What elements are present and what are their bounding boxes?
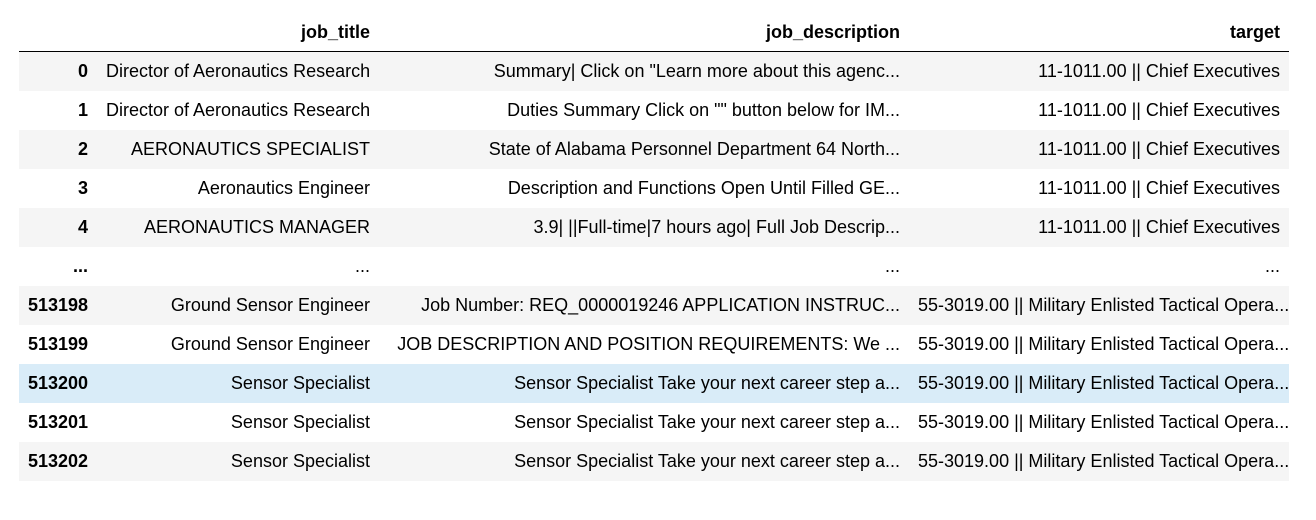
dataframe-output: job_title job_description target 0 Direc… — [19, 13, 1289, 481]
row-index: ... — [72, 256, 88, 276]
cell-target: 11-1011.00 || Chief Executives — [1038, 100, 1280, 120]
cell-job-description: Summary| Click on "Learn more about this… — [493, 61, 900, 81]
cell-job-description: JOB DESCRIPTION AND POSITION REQUIREMENT… — [397, 334, 900, 354]
cell-job-description: Description and Functions Open Until Fil… — [507, 178, 900, 198]
table-row: 1 Director of Aeronautics Research Dutie… — [19, 91, 1289, 130]
cell-job-title: AERONAUTICS MANAGER — [143, 217, 370, 237]
row-index: 3 — [77, 178, 88, 198]
cell-target: 55-3019.00 || Military Enlisted Tactical… — [918, 295, 1289, 315]
cell-job-description: 3.9| ||Full-time|7 hours ago| Full Job D… — [533, 217, 900, 237]
table-row: 0 Director of Aeronautics Research Summa… — [19, 51, 1289, 91]
cell-job-title: Sensor Specialist — [230, 451, 370, 471]
cell-target: 11-1011.00 || Chief Executives — [1038, 217, 1280, 237]
table-row: 4 AERONAUTICS MANAGER 3.9| ||Full-time|7… — [19, 208, 1289, 247]
row-index: 513198 — [28, 295, 89, 315]
cell-target: 11-1011.00 || Chief Executives — [1038, 139, 1280, 159]
table-row: 3 Aeronautics Engineer Description and F… — [19, 169, 1289, 208]
cell-job-description: Job Number: REQ_0000019246 APPLICATION I… — [421, 295, 900, 315]
table-row: 513200 Sensor Specialist Sensor Speciali… — [19, 364, 1289, 403]
table-row: 513198 Ground Sensor Engineer Job Number… — [19, 286, 1289, 325]
cell-target: 55-3019.00 || Military Enlisted Tactical… — [918, 451, 1289, 471]
cell-target: 11-1011.00 || Chief Executives — [1038, 178, 1280, 198]
row-index: 513201 — [28, 412, 89, 432]
table-body: 0 Director of Aeronautics Research Summa… — [19, 51, 1289, 481]
cell-job-title: Ground Sensor Engineer — [170, 334, 370, 354]
row-index: 513200 — [28, 373, 89, 393]
row-index: 513199 — [28, 334, 89, 354]
dataframe-table: job_title job_description target 0 Direc… — [19, 13, 1289, 481]
cell-job-title: ... — [354, 256, 370, 276]
cell-target: 11-1011.00 || Chief Executives — [1038, 61, 1280, 81]
header-job-title: job_title — [97, 13, 379, 52]
row-index: 0 — [77, 61, 88, 81]
row-index: 4 — [77, 217, 88, 237]
cell-target: ... — [1264, 256, 1280, 276]
cell-target: 55-3019.00 || Military Enlisted Tactical… — [918, 334, 1289, 354]
cell-job-title: Director of Aeronautics Research — [106, 100, 371, 120]
cell-target: 55-3019.00 || Military Enlisted Tactical… — [918, 412, 1289, 432]
row-index: 513202 — [28, 451, 89, 471]
cell-job-title: Director of Aeronautics Research — [106, 61, 371, 81]
cell-job-title: Sensor Specialist — [230, 412, 370, 432]
cell-job-description: Sensor Specialist Take your next career … — [514, 412, 900, 432]
cell-job-title: Sensor Specialist — [230, 373, 370, 393]
table-row: 513199 Ground Sensor Engineer JOB DESCRI… — [19, 325, 1289, 364]
table-row: 2 AERONAUTICS SPECIALIST State of Alabam… — [19, 130, 1289, 169]
row-index: 2 — [77, 139, 88, 159]
cell-job-description: Duties Summary Click on "" button below … — [507, 100, 900, 120]
cell-job-description: ... — [884, 256, 900, 276]
cell-job-title: Ground Sensor Engineer — [170, 295, 370, 315]
cell-job-description: Sensor Specialist Take your next career … — [514, 373, 900, 393]
table-header: job_title job_description target — [19, 13, 1289, 52]
header-row: job_title job_description target — [19, 13, 1289, 52]
row-index: 1 — [77, 100, 88, 120]
table-row: 513202 Sensor Specialist Sensor Speciali… — [19, 442, 1289, 481]
table-row: 513201 Sensor Specialist Sensor Speciali… — [19, 403, 1289, 442]
header-job-description: job_description — [379, 13, 909, 52]
cell-job-title: AERONAUTICS SPECIALIST — [130, 139, 370, 159]
cell-job-title: Aeronautics Engineer — [197, 178, 370, 198]
header-index — [19, 13, 97, 52]
cell-target: 55-3019.00 || Military Enlisted Tactical… — [918, 373, 1289, 393]
cell-job-description: State of Alabama Personnel Department 64… — [488, 139, 900, 159]
table-row-ellipsis: ... ... ... ... — [19, 247, 1289, 286]
header-target: target — [909, 13, 1289, 52]
cell-job-description: Sensor Specialist Take your next career … — [514, 451, 900, 471]
